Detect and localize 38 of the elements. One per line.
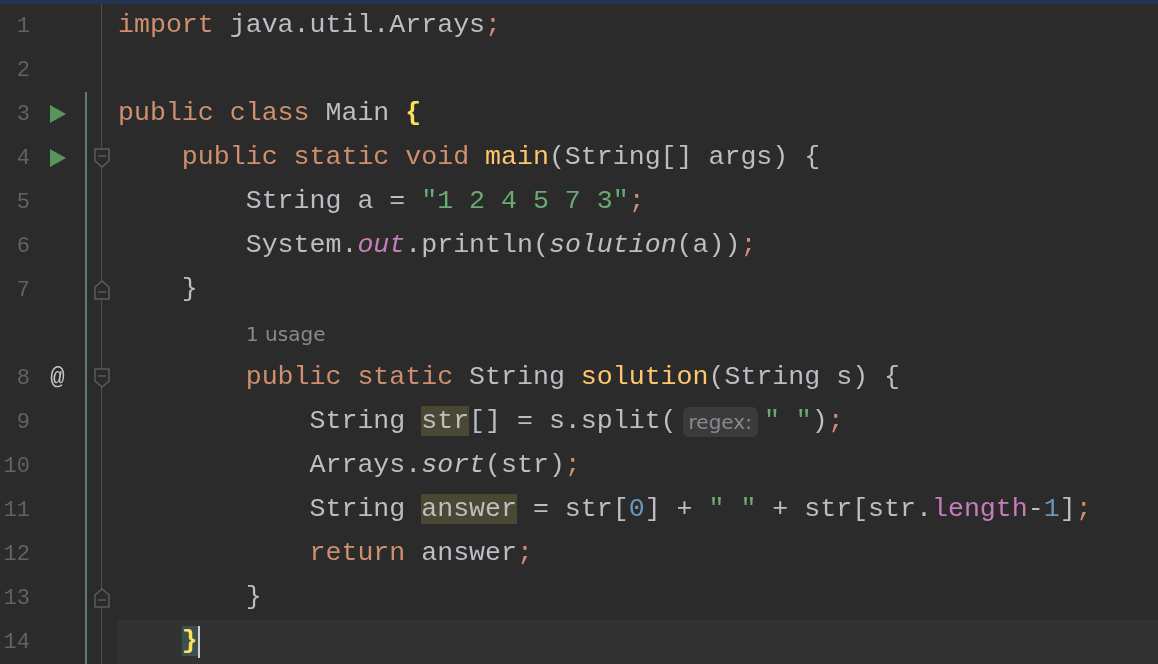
fold-icon[interactable] bbox=[94, 588, 110, 608]
line-number: 12 bbox=[3, 541, 30, 567]
run-icon[interactable] bbox=[49, 105, 66, 123]
code-text: } bbox=[180, 625, 198, 659]
code-text: System.out.println(solution(a)); bbox=[244, 229, 757, 263]
code-text: Arrays.sort(str); bbox=[308, 449, 581, 483]
line-number: 3 bbox=[16, 101, 30, 127]
code-text: return answer; bbox=[308, 537, 533, 571]
code-text: } bbox=[244, 581, 262, 615]
line-number: 5 bbox=[16, 189, 30, 215]
fold-icon[interactable] bbox=[94, 148, 110, 168]
line-number: 6 bbox=[16, 233, 30, 259]
line-number: 7 bbox=[16, 277, 30, 303]
code-text: String str[] = s.split( bbox=[308, 405, 677, 439]
code-text: " "); bbox=[763, 405, 844, 439]
code-text: public class Main { bbox=[118, 97, 422, 131]
code-text: import java.util.Arrays; bbox=[118, 9, 502, 43]
code-text: public static void main(String[] args) { bbox=[180, 141, 821, 175]
text-caret bbox=[197, 626, 200, 658]
line-number: 4 bbox=[16, 145, 30, 171]
code-text: } bbox=[180, 273, 198, 307]
fold-icon[interactable] bbox=[94, 368, 110, 388]
line-number: 1 bbox=[16, 13, 30, 39]
line-number: 9 bbox=[16, 409, 30, 435]
line-number: 14 bbox=[3, 629, 30, 655]
code-text: String answer = str[0] + " " + str[str.length-1]; bbox=[308, 493, 1092, 527]
code-text: String a = "1 2 4 5 7 3"; bbox=[244, 185, 645, 219]
line-number: 11 bbox=[3, 497, 30, 523]
line-number: 10 bbox=[3, 453, 30, 479]
line-number: 13 bbox=[3, 585, 30, 611]
code-text: public static String solution(String s) { bbox=[244, 361, 900, 395]
line-number: 2 bbox=[16, 57, 30, 83]
fold-icon[interactable] bbox=[94, 280, 110, 300]
override-marker[interactable]: @ bbox=[50, 360, 65, 396]
run-icon[interactable] bbox=[49, 149, 66, 167]
usage-hint[interactable]: 1 usage bbox=[246, 322, 326, 346]
parameter-hint: regex: bbox=[682, 407, 758, 437]
line-number: 8 bbox=[16, 365, 30, 391]
